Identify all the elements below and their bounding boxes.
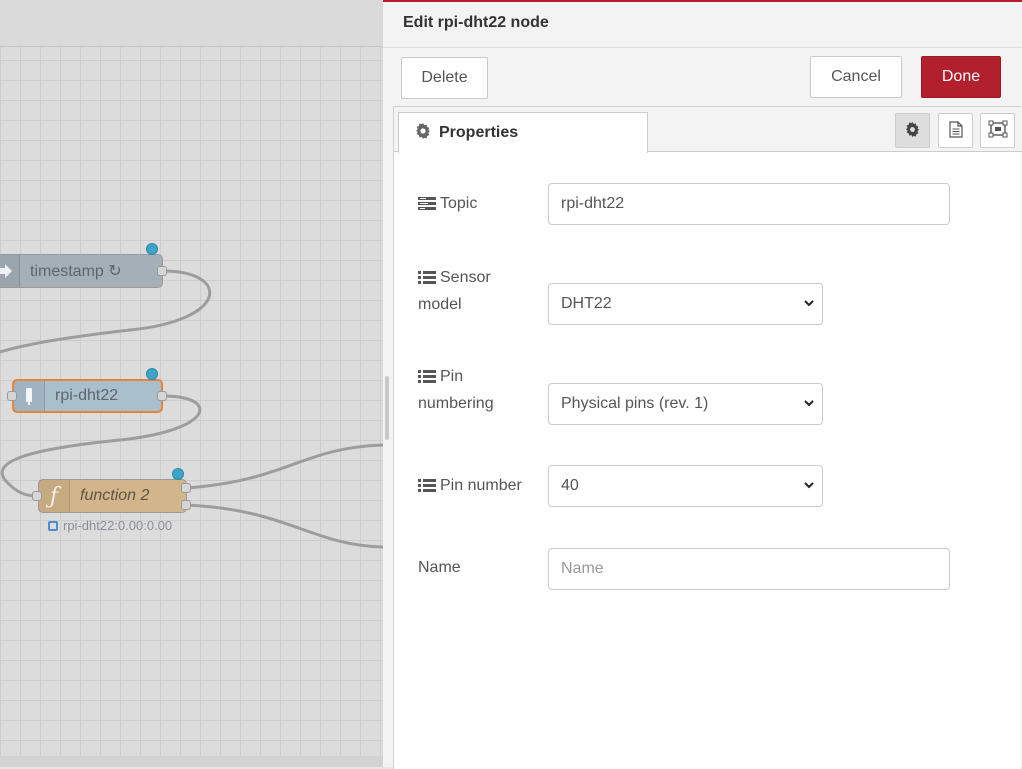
topic-row: Topic xyxy=(418,191,548,218)
delete-button[interactable]: Delete xyxy=(401,57,488,99)
input-port[interactable] xyxy=(7,391,17,401)
divider xyxy=(383,47,1022,48)
status-text: rpi-dht22:0.00:0.00 xyxy=(63,518,173,533)
name-row: Name xyxy=(418,555,548,580)
node-label: timestamp ↻ xyxy=(30,263,122,280)
tray-body: Properties Topic rpi-dht22 Sensor model … xyxy=(393,106,1022,769)
wire[interactable] xyxy=(186,443,383,490)
pin-number-row: Pin number xyxy=(418,473,548,500)
pin-numbering-select[interactable]: Physical pins (rev. 1) xyxy=(548,383,823,425)
flow-workspace[interactable]: timestamp ↻ rpi-dht22 ƒ function 2 rpi-d… xyxy=(0,0,383,767)
tasks-icon xyxy=(418,193,436,218)
node-label: function 2 xyxy=(80,487,150,504)
tab-properties[interactable]: Properties xyxy=(398,112,648,153)
input-port[interactable] xyxy=(32,491,42,501)
changed-indicator xyxy=(146,368,158,380)
document-icon xyxy=(948,120,963,141)
horizontal-scrollbar[interactable] xyxy=(0,756,383,767)
tab-strip: Properties xyxy=(394,107,1022,153)
done-button[interactable]: Done xyxy=(921,56,1001,98)
node-label: rpi-dht22 xyxy=(55,387,119,404)
chevron-down-icon xyxy=(804,300,814,307)
gear-icon xyxy=(905,121,920,140)
node-status: rpi-dht22:0.00:0.00 xyxy=(48,518,172,533)
function-icon: ƒ xyxy=(39,480,70,512)
wire[interactable] xyxy=(186,503,383,549)
list-icon xyxy=(418,366,436,391)
output-port[interactable] xyxy=(157,391,167,401)
pin-number-select[interactable]: 40 xyxy=(548,465,823,507)
arrow-icon xyxy=(0,255,20,287)
status-ring-icon xyxy=(48,520,58,531)
appearance-tab-button[interactable] xyxy=(980,113,1015,148)
name-input[interactable]: Name xyxy=(548,548,950,590)
tab-label: Properties xyxy=(439,124,519,141)
sensor-model-select[interactable]: DHT22 xyxy=(548,283,823,325)
list-icon xyxy=(418,267,436,292)
cancel-button[interactable]: Cancel xyxy=(810,56,902,98)
inject-node[interactable]: timestamp ↻ xyxy=(0,254,163,288)
chevron-down-icon xyxy=(804,400,814,407)
gear-icon xyxy=(415,122,431,144)
sensor-model-row: Sensor model xyxy=(418,265,548,317)
function-node[interactable]: ƒ function 2 xyxy=(38,479,187,513)
settings-tab-button[interactable] xyxy=(895,113,930,148)
node-appearance-icon xyxy=(988,120,1008,141)
rpi-dht22-node[interactable]: rpi-dht22 xyxy=(12,379,163,413)
topic-input[interactable]: rpi-dht22 xyxy=(548,183,950,225)
changed-indicator xyxy=(146,243,158,255)
tray-title: Edit rpi-dht22 node xyxy=(403,14,549,31)
description-tab-button[interactable] xyxy=(938,113,973,148)
chevron-down-icon xyxy=(804,482,814,489)
name-label: Name xyxy=(418,559,461,576)
pin-numbering-label: Pin numbering xyxy=(418,366,494,412)
edit-tray: Edit rpi-dht22 node Delete Cancel Done P… xyxy=(383,0,1022,769)
list-icon xyxy=(418,475,436,500)
output-port[interactable] xyxy=(181,500,191,510)
pin-numbering-row: Pin numbering xyxy=(418,364,548,416)
output-port[interactable] xyxy=(181,483,191,493)
output-port[interactable] xyxy=(157,266,167,276)
topic-label: Topic xyxy=(418,191,548,218)
changed-indicator xyxy=(172,468,184,480)
sensor-icon xyxy=(14,381,45,411)
sensor-model-label: Sensor model xyxy=(418,267,491,313)
pin-number-label: Pin number xyxy=(418,473,548,500)
tray-resize-handle[interactable] xyxy=(385,376,389,440)
